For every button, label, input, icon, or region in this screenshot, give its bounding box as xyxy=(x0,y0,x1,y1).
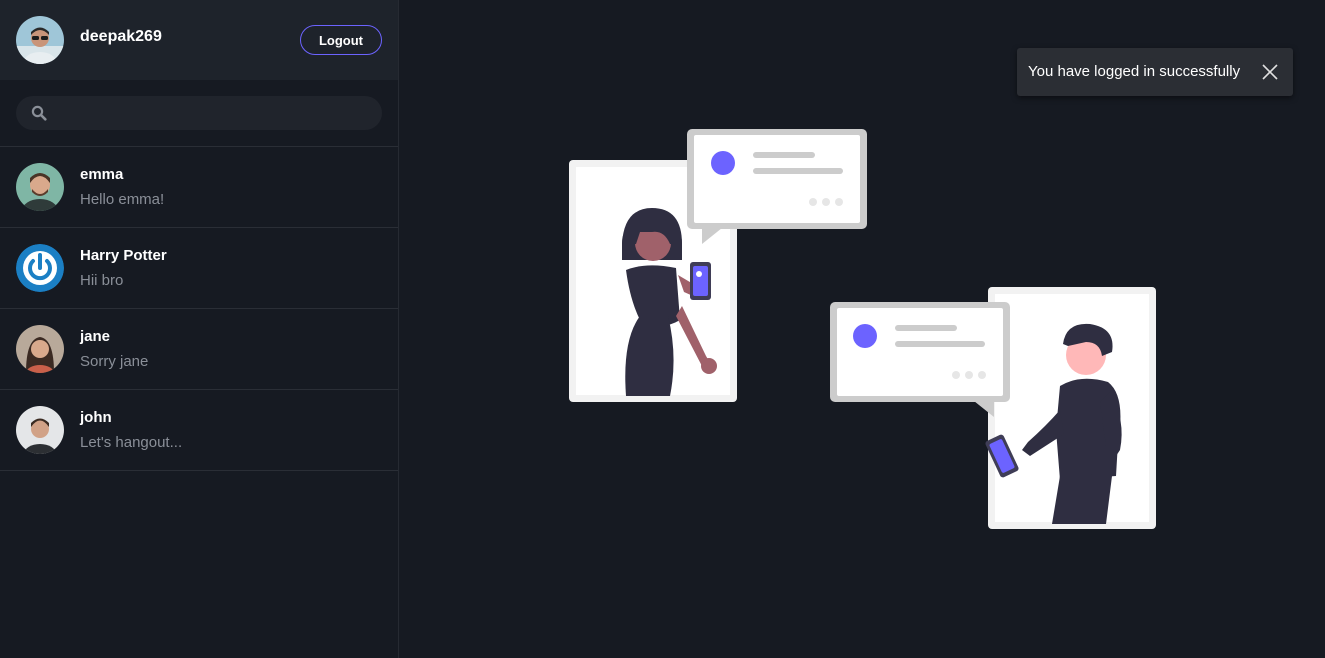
sidebar: deepak269 Logout emma Hello emma! Harry … xyxy=(0,0,399,658)
login-success-toast: You have logged in successfully xyxy=(1017,48,1293,96)
search-bar-container xyxy=(0,80,398,147)
contact-last-message: Let's hangout... xyxy=(80,434,183,451)
user-avatar[interactable] xyxy=(16,16,64,64)
contact-last-message: Hii bro xyxy=(80,272,124,289)
contact-avatar xyxy=(16,163,64,211)
contact-name: jane xyxy=(80,328,111,345)
contact-name: john xyxy=(80,409,112,426)
search-box[interactable] xyxy=(16,96,382,132)
contact-item-john[interactable]: john Let's hangout... xyxy=(0,390,398,471)
chat-illustration xyxy=(569,129,1156,529)
toast-message: You have logged in successfully xyxy=(1028,63,1241,80)
contact-avatar xyxy=(16,244,64,292)
logout-button[interactable]: Logout xyxy=(300,25,382,55)
contact-name: Harry Potter xyxy=(80,247,167,264)
search-icon xyxy=(31,105,47,121)
contact-avatar xyxy=(16,325,64,373)
contact-item-jane[interactable]: jane Sorry jane xyxy=(0,309,398,390)
contact-item-harry-potter[interactable]: Harry Potter Hii bro xyxy=(0,228,398,309)
contact-last-message: Hello emma! xyxy=(80,191,165,208)
contact-item-emma[interactable]: emma Hello emma! xyxy=(0,147,398,228)
close-icon[interactable] xyxy=(1261,63,1279,81)
search-input[interactable] xyxy=(60,96,374,132)
contact-avatar xyxy=(16,406,64,454)
contact-name: emma xyxy=(80,166,124,183)
username: deepak269 xyxy=(80,28,162,45)
profile-header: deepak269 Logout xyxy=(0,0,398,80)
contact-last-message: Sorry jane xyxy=(80,353,149,370)
